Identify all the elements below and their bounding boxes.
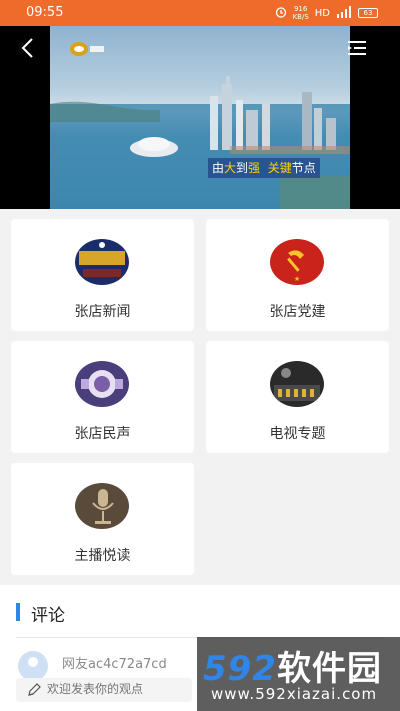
user-icon [28,657,38,667]
grid-item-zhangdian-party[interactable]: ★ 张店党建 [206,219,389,331]
back-button[interactable] [18,36,38,60]
watermark-url: www.592xiazai.com [211,685,378,703]
watermark-brand: 592软件园 [203,649,382,689]
avatar[interactable] [18,651,48,681]
video-frame[interactable]: 由大到强 关键节点 [50,26,350,209]
alarm-icon [275,6,287,21]
playlist-icon [348,41,366,55]
party-emblem-icon: ★ [270,239,324,285]
comment-input-field[interactable] [47,682,187,696]
network-speed: 916 KB/S [292,5,309,21]
grid-item-label: 张店新闻 [74,304,131,320]
signal-icon [336,5,352,21]
channel-logo [68,38,106,60]
grid-item-zhangdian-voice[interactable]: 张店民声 [11,341,194,453]
video-caption: 由大到强 关键节点 [208,158,320,178]
chevron-left-icon [21,38,33,58]
watermark-logo: 592软件园 www.592xiazai.com [197,637,400,711]
status-time: 09:55 [26,5,64,20]
playlist-button[interactable] [344,38,370,58]
hd-indicator: HD [314,7,330,19]
grid-item-label: 张店党建 [269,304,326,320]
grid-item-zhangdian-news[interactable]: 张店新闻 [11,219,194,331]
grid-item-label: 张店民声 [74,426,131,442]
tv-studio-icon [270,361,324,407]
comments-title: 评论 [31,606,65,626]
grid-item-label: 电视专题 [269,426,326,442]
comment-input[interactable] [16,678,192,702]
status-indicators: 916 KB/S HD 63 [275,5,378,21]
category-grid: 张店新闻 ★ 张店党建 张店民声 电视专题 主播悦读 [0,209,400,585]
section-accent-bar [16,603,20,621]
svg-text:★: ★ [294,275,300,283]
grid-item-anchor-reading[interactable]: 主播悦读 [11,463,194,575]
status-bar: 09:55 916 KB/S HD 63 [0,0,400,26]
comment-username[interactable]: 网友ac4c72a7cd [62,653,167,672]
grid-item-label: 主播悦读 [74,548,131,564]
battery-icon: 63 [358,8,378,18]
people-voice-icon [75,361,129,407]
pencil-icon [26,682,42,698]
grid-item-tv-special[interactable]: 电视专题 [206,341,389,453]
video-player[interactable]: 由大到强 关键节点 [0,26,400,209]
news-icon [75,239,129,285]
microphone-icon [75,483,129,529]
